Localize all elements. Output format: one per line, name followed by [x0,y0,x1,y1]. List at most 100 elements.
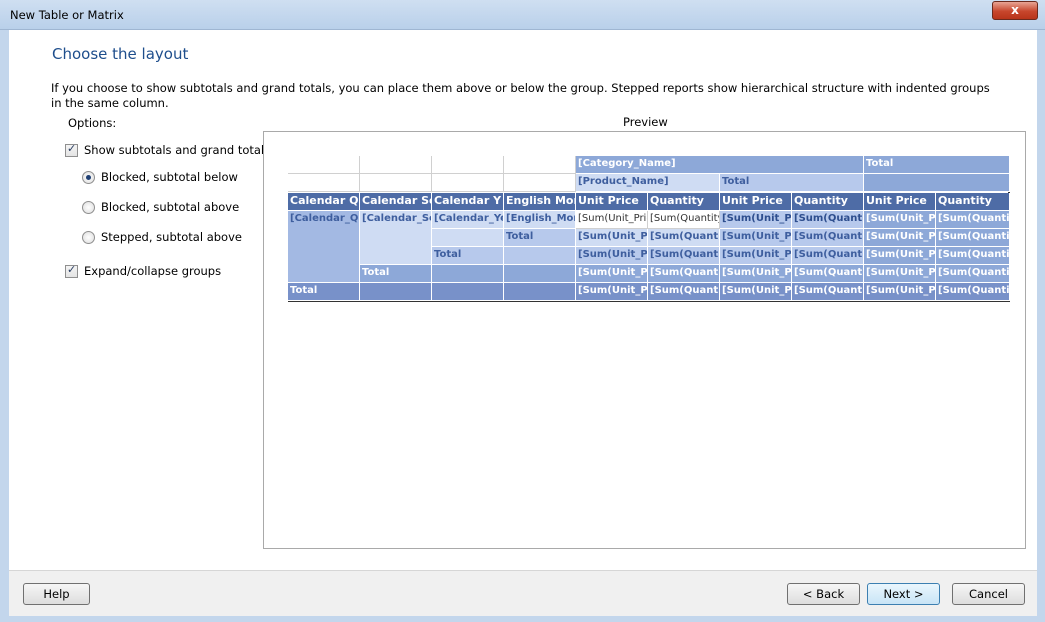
matrix-empty-cell [432,229,504,247]
matrix-empty-cell [504,265,576,283]
matrix-row-group: [Calendar_Yea [432,211,504,229]
matrix-total-cell: [Sum(Quantit [936,211,1010,229]
matrix-empty-cell [504,247,576,265]
matrix-detail-cell: [Sum(Unit_Price [576,211,648,229]
matrix-total-cell: [Sum(Unit_Pri [864,265,936,283]
matrix-total-cell: [Sum(Quantit [792,283,864,301]
matrix-empty-cell [288,156,360,174]
matrix-grand-total-header: Total [864,156,1010,174]
matrix-subtotal-cell: [Sum(Unit_Pri [720,247,792,265]
next-button[interactable]: Next > [867,583,940,605]
options-label: Options: [68,116,117,130]
matrix-column-header: Unit Price [864,193,936,211]
radio-label: Blocked, subtotal above [101,200,240,214]
matrix-total-cell: [Sum(Quantit [936,283,1010,301]
matrix-total-cell: [Sum(Unit_Pri [864,247,936,265]
radio-blocked-subtotal-above[interactable]: Blocked, subtotal above [82,200,239,214]
matrix-grand-total-row: Total [288,283,360,301]
matrix-semester-total: Total [360,265,432,283]
matrix-subtotal-cell: [Sum(Unit_Pri [720,211,792,229]
show-subtotals-checkbox[interactable]: ✓ Show subtotals and grand totals [65,141,271,157]
radio-button[interactable] [82,200,95,214]
matrix-empty-cell [504,283,576,301]
checkbox-box[interactable]: ✓ [65,262,78,278]
matrix-row-group: [Calendar_Ser [360,211,432,265]
matrix-empty-cell [360,283,432,301]
matrix-subtotal-cell: [Sum(Unit_Pri [720,229,792,247]
expand-collapse-checkbox[interactable]: ✓ Expand/collapse groups [65,262,222,278]
matrix-subtotal-cell: [Sum(Quantit [792,229,864,247]
matrix-total-cell: [Sum(Unit_Pri [720,265,792,283]
matrix-total-cell: [Sum(Unit_Pri [864,229,936,247]
matrix-column-header: Calendar Q [288,193,360,211]
matrix-row-group: [Calendar_Qu [288,211,360,283]
checkbox-box[interactable]: ✓ [65,141,78,157]
matrix-month-total: Total [504,229,576,247]
matrix-year-total: Total [432,247,504,265]
preview-panel: [Category_Name] Total [Product_Name] Tot… [263,131,1026,549]
matrix-column-header: English Mon [504,193,576,211]
radio-button[interactable] [82,170,95,184]
cancel-button[interactable]: Cancel [952,583,1025,605]
title-bar: New Table or Matrix x [0,0,1045,30]
radio-stepped-subtotal-above[interactable]: Stepped, subtotal above [82,230,242,244]
matrix-total-cell: [Sum(Quantit [936,265,1010,283]
show-subtotals-label: Show subtotals and grand totals [84,143,271,157]
matrix-product-total: Total [720,174,864,192]
radio-label: Stepped, subtotal above [101,230,242,244]
help-button[interactable]: Help [23,583,90,605]
radio-label: Blocked, subtotal below [101,170,238,184]
matrix-column-header: Quantity [648,193,720,211]
matrix-total-cell: [Sum(Quantit [936,247,1010,265]
radio-blocked-subtotal-below[interactable]: Blocked, subtotal below [82,170,238,184]
matrix-subtotal-cell: [Sum(Unit_Pri [576,247,648,265]
close-button[interactable]: x [992,1,1038,20]
matrix-column-header: Unit Price [576,193,648,211]
matrix-empty-cell [432,265,504,283]
matrix-total-cell: [Sum(Quantit [792,265,864,283]
matrix-empty-cell [432,174,504,192]
matrix-category-name: [Category_Name] [576,156,864,174]
matrix-row-group: [English_Mont [504,211,576,229]
matrix-subtotal-cell: [Sum(Quantit [648,229,720,247]
close-icon: x [1011,3,1019,17]
matrix-total-cell: [Sum(Unit_Pri [864,211,936,229]
matrix-empty-cell [504,174,576,192]
matrix-subtotal-cell: [Sum(Quantit [648,247,720,265]
matrix-empty-cell [864,174,1010,192]
matrix-column-header: Calendar Se [360,193,432,211]
window-frame-right [1037,30,1045,622]
matrix-column-header: Unit Price [720,193,792,211]
page-description: If you choose to show subtotals and gran… [51,81,990,110]
matrix-empty-cell [288,174,360,192]
window-frame-bottom [0,616,1045,622]
matrix-empty-cell [360,174,432,192]
check-icon: ✓ [67,262,77,276]
back-button[interactable]: < Back [787,583,860,605]
matrix-total-cell: [Sum(Quantit [936,229,1010,247]
matrix-subtotal-cell: [Sum(Quantit [792,211,864,229]
matrix-total-cell: [Sum(Quantit [648,265,720,283]
matrix-column-header: Quantity [792,193,864,211]
check-icon: ✓ [67,141,77,155]
matrix-detail-cell: [Sum(Quantity) [648,211,720,229]
matrix-column-header: Calendar Y [432,193,504,211]
expand-collapse-label: Expand/collapse groups [84,264,222,278]
preview-label: Preview [623,115,668,129]
matrix-column-header: Quantity [936,193,1010,211]
matrix-total-cell: [Sum(Unit_Pri [576,265,648,283]
matrix-empty-cell [504,156,576,174]
matrix-preview: [Category_Name] Total [Product_Name] Tot… [288,156,1010,302]
matrix-empty-cell [432,156,504,174]
matrix-empty-cell [432,283,504,301]
dialog-content: Choose the layout If you choose to show … [9,30,1037,570]
matrix-product-name: [Product_Name] [576,174,720,192]
window-title: New Table or Matrix [10,8,124,22]
matrix-subtotal-cell: [Sum(Unit_Pri [576,229,648,247]
window-frame-left [0,30,9,622]
matrix-total-cell: [Sum(Quantit [648,283,720,301]
page-title: Choose the layout [52,45,189,63]
radio-button[interactable] [82,230,95,244]
matrix-total-cell: [Sum(Unit_Pri [864,283,936,301]
matrix-empty-cell [360,156,432,174]
